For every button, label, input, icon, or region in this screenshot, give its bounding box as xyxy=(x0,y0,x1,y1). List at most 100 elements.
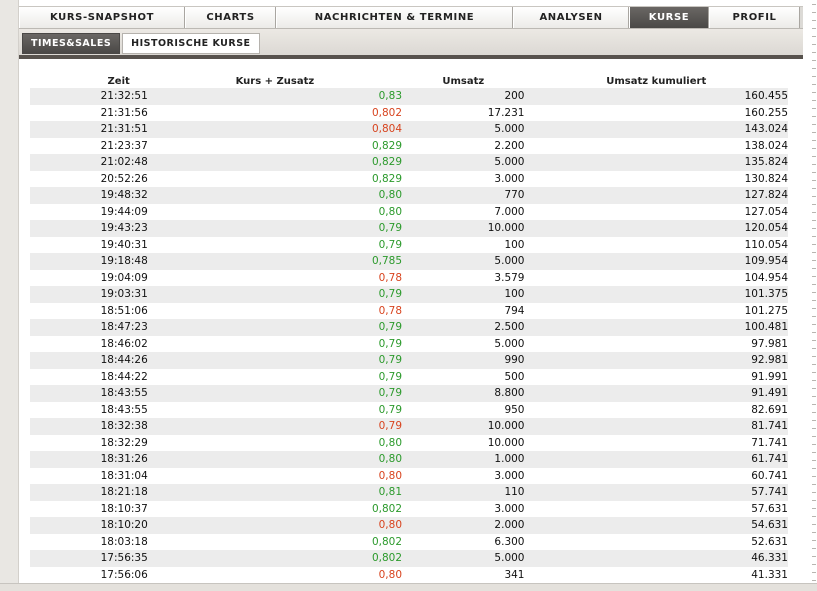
cell-umsatz: 5.000 xyxy=(494,337,525,350)
cell-zeit: 19:44:09 xyxy=(100,205,148,218)
cell-umsatz: 5.000 xyxy=(494,156,525,168)
edge-dash xyxy=(812,36,816,37)
cell-kurs: 0,829 xyxy=(371,139,403,152)
edge-dash xyxy=(812,500,816,501)
cell-zeit: 18:43:55 xyxy=(100,387,148,399)
cell-kurs: 0,79 xyxy=(378,337,403,350)
edge-dash xyxy=(812,196,816,197)
table-row: 18:51:06 0,78 794 101.275 xyxy=(30,302,788,319)
edge-dash xyxy=(812,580,816,581)
cell-kurs: 0,80 xyxy=(378,453,403,465)
edge-dash xyxy=(812,164,816,165)
edge-dash xyxy=(812,300,816,301)
edge-dash xyxy=(812,212,816,213)
cell-umsatz: 6.300 xyxy=(494,535,525,548)
cell-zeit: 20:52:26 xyxy=(100,172,148,185)
cell-kurs: 0,80 xyxy=(378,436,403,449)
edge-dash xyxy=(812,252,816,253)
cell-umsatz: 100 xyxy=(504,288,525,300)
cell-umsatz-kumuliert: 92.981 xyxy=(751,354,788,366)
cell-zeit: 21:02:48 xyxy=(100,156,148,168)
tab-analysen[interactable]: ANALYSEN xyxy=(513,7,629,28)
edge-dash xyxy=(812,372,816,373)
cell-kurs: 0,83 xyxy=(378,90,403,102)
main-tab-bar: KURS-SNAPSHOT CHARTS NACHRICHTEN & TERMI… xyxy=(19,6,803,29)
cell-zeit: 18:10:20 xyxy=(100,519,148,531)
cell-zeit: 18:31:26 xyxy=(100,453,148,465)
cell-umsatz-kumuliert: 120.054 xyxy=(744,222,788,234)
edge-dash xyxy=(812,100,816,101)
table-row: 19:43:23 0,79 10.000 120.054 xyxy=(30,220,788,237)
edge-dash xyxy=(812,396,816,397)
table-row: 19:18:48 0,785 5.000 109.954 xyxy=(30,253,788,270)
cell-umsatz: 5.000 xyxy=(494,255,525,267)
tab-kurs-snapshot[interactable]: KURS-SNAPSHOT xyxy=(19,7,185,28)
subtab-historische-kurse[interactable]: HISTORISCHE KURSE xyxy=(122,33,260,54)
tab-nachrichten-termine[interactable]: NACHRICHTEN & TERMINE xyxy=(276,7,513,28)
table-row: 21:31:51 0,804 5.000 143.024 xyxy=(30,121,788,138)
cell-umsatz-kumuliert: 130.824 xyxy=(744,172,788,185)
cell-zeit: 17:56:35 xyxy=(100,552,148,564)
cell-umsatz: 1.000 xyxy=(494,453,525,465)
tab-charts[interactable]: CHARTS xyxy=(185,7,276,28)
edge-dash xyxy=(812,308,816,309)
edge-dash xyxy=(812,460,816,461)
edge-dash xyxy=(812,324,816,325)
header-umsatz: Umsatz xyxy=(442,75,485,87)
edge-dash xyxy=(812,140,816,141)
cell-kurs: 0,802 xyxy=(371,535,403,548)
edge-dash xyxy=(812,116,816,117)
cell-kurs: 0,79 xyxy=(378,370,403,383)
cell-umsatz-kumuliert: 41.331 xyxy=(751,568,788,581)
table-row: 19:03:31 0,79 100 101.375 xyxy=(30,286,788,303)
edge-dash xyxy=(812,420,816,421)
edge-dash xyxy=(812,340,816,341)
cell-umsatz: 10.000 xyxy=(487,420,525,432)
edge-dash xyxy=(812,4,816,5)
edge-dash xyxy=(812,380,816,381)
cell-umsatz: 110 xyxy=(504,486,525,498)
table-row: 21:31:56 0,802 17.231 160.255 xyxy=(30,104,788,121)
edge-dash xyxy=(812,412,816,413)
table-row: 19:44:09 0,80 7.000 127.054 xyxy=(30,203,788,220)
cell-kurs: 0,80 xyxy=(378,469,403,482)
cell-zeit: 19:03:31 xyxy=(100,288,148,300)
edge-dash xyxy=(812,76,816,77)
tab-kurse[interactable]: KURSE xyxy=(629,7,709,28)
cell-umsatz-kumuliert: 57.631 xyxy=(751,502,788,515)
edge-dash xyxy=(812,532,816,533)
table-row: 18:47:23 0,79 2.500 100.481 xyxy=(30,319,788,336)
cell-umsatz-kumuliert: 60.741 xyxy=(751,469,788,482)
edge-dash xyxy=(812,404,816,405)
tab-profil[interactable]: PROFIL xyxy=(709,7,800,28)
edge-dash xyxy=(812,60,816,61)
edge-dash xyxy=(812,508,816,509)
edge-dash xyxy=(812,172,816,173)
cell-kurs: 0,79 xyxy=(378,288,403,300)
cell-kurs: 0,79 xyxy=(378,403,403,416)
cell-kurs: 0,79 xyxy=(378,420,403,432)
edge-dash xyxy=(812,468,816,469)
cell-umsatz-kumuliert: 160.455 xyxy=(744,90,788,102)
table-row: 18:03:18 0,802 6.300 52.631 xyxy=(30,533,788,550)
cell-umsatz: 10.000 xyxy=(487,436,525,449)
edge-dash xyxy=(812,348,816,349)
table-row: 20:52:26 0,829 3.000 130.824 xyxy=(30,170,788,187)
table-row: 18:43:55 0,79 8.800 91.491 xyxy=(30,385,788,402)
cell-kurs: 0,80 xyxy=(378,519,403,531)
edge-dash xyxy=(812,276,816,277)
edge-dash xyxy=(812,244,816,245)
cell-kurs: 0,785 xyxy=(371,255,403,267)
page-frame: KURS-SNAPSHOT CHARTS NACHRICHTEN & TERMI… xyxy=(0,0,817,591)
cell-kurs: 0,804 xyxy=(371,123,403,135)
cell-kurs: 0,79 xyxy=(378,321,403,333)
edge-dash xyxy=(812,68,816,69)
cell-zeit: 21:32:51 xyxy=(100,90,148,102)
times-sales-table: Zeit Kurs + Zusatz Umsatz Umsatz kumulie… xyxy=(30,74,788,583)
cell-umsatz-kumuliert: 104.954 xyxy=(744,271,788,284)
edge-dash xyxy=(812,92,816,93)
edge-dash xyxy=(812,52,816,53)
subtab-times-sales[interactable]: TIMES&SALES xyxy=(22,33,121,54)
cell-kurs: 0,79 xyxy=(378,354,403,366)
header-kurs: Kurs + Zusatz xyxy=(235,75,315,87)
